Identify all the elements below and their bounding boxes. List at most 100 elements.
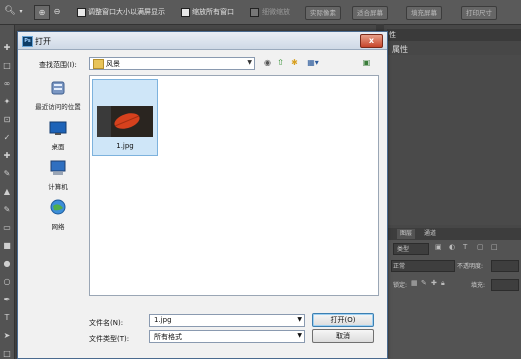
- filter-smart-icon[interactable]: □: [491, 243, 498, 251]
- zoom-all-windows-checkbox[interactable]: [181, 8, 190, 17]
- file-list: 1.jpg: [89, 75, 379, 296]
- lock-position-icon[interactable]: ✚: [431, 279, 437, 287]
- move-tool-icon[interactable]: ✚: [2, 43, 12, 53]
- print-size-button[interactable]: 打印尺寸: [461, 6, 497, 20]
- chevron-down-icon[interactable]: ▼: [297, 332, 302, 339]
- scrubby-zoom-checkbox[interactable]: [250, 8, 259, 17]
- chevron-down-icon[interactable]: ▼: [247, 59, 252, 66]
- zoom-all-windows-label: 缩放所有窗口: [192, 8, 234, 16]
- folder-icon: [93, 59, 104, 69]
- dodge-tool-icon[interactable]: ○: [2, 277, 12, 287]
- options-bar: 🔍︎ ▾ ⊕ ⊖ 调整窗口大小以满屏显示 缩放所有窗口 细微缩放 实际像素 适合…: [0, 0, 521, 25]
- opacity-label: 不透明度:: [457, 263, 484, 270]
- tools-panel: ✚ □ ∞ ✦ ⊡ ✓ ✚ ✎ ▲ ✎ ▭ ■ ● ○ ✒ T ➤ □: [0, 25, 15, 359]
- tab-channels[interactable]: 通道: [421, 229, 439, 239]
- photoshop-logo-icon: Ps: [22, 36, 33, 47]
- filter-shape-icon[interactable]: ▢: [477, 243, 484, 251]
- lock-image-icon[interactable]: ✎: [421, 279, 427, 287]
- pen-tool-icon[interactable]: ✒: [2, 295, 12, 305]
- healing-brush-tool-icon[interactable]: ✚: [2, 151, 12, 161]
- back-icon[interactable]: ◉: [262, 57, 273, 68]
- cancel-button[interactable]: 取消: [312, 329, 374, 343]
- file-type-select[interactable]: 所有格式 ▼: [149, 330, 305, 343]
- layers-panel: 类型 ▣ ◐ T ▢ □ 正常 不透明度: 锁定: ▦ ✎ ✚ 🔒︎ 填充:: [387, 240, 521, 359]
- file-name-value: 1.jpg: [154, 316, 172, 324]
- opacity-field[interactable]: [491, 260, 519, 272]
- resize-windows-label: 调整窗口大小以满屏显示: [88, 8, 165, 16]
- zoom-tool-icon[interactable]: 🔍︎: [4, 5, 16, 18]
- new-folder-icon[interactable]: ✱: [289, 57, 300, 68]
- desktop-icon: [49, 121, 67, 135]
- tab-layers[interactable]: 图层: [397, 229, 416, 239]
- fit-screen-button[interactable]: 适合屏幕: [352, 6, 388, 20]
- lasso-tool-icon[interactable]: ∞: [2, 79, 12, 89]
- type-tool-icon[interactable]: T: [2, 313, 12, 323]
- open-dialog: Ps 打开 x 查找范围(I): 风景 ▼ ◉ ⇧ ✱ ▦▾ ▣ 最近访问的位置…: [17, 31, 388, 359]
- fill-label: 填充:: [471, 282, 486, 289]
- filter-adjustment-icon[interactable]: ◐: [449, 243, 455, 251]
- actual-pixels-button[interactable]: 实际像素: [305, 6, 341, 20]
- quick-select-tool-icon[interactable]: ✦: [2, 97, 12, 107]
- scrubby-zoom-label: 细微缩放: [262, 8, 290, 16]
- file-item[interactable]: 1.jpg: [92, 79, 158, 156]
- file-thumbnail-image: [97, 106, 153, 137]
- place-desktop[interactable]: 桌面: [28, 119, 88, 159]
- place-label: 桌面: [51, 143, 65, 151]
- favorites-folder-icon[interactable]: ▣: [361, 57, 372, 68]
- file-name-label: 文件名(N):: [89, 319, 124, 327]
- lock-all-icon[interactable]: 🔒︎: [441, 279, 445, 288]
- view-menu-icon[interactable]: ▦▾: [305, 57, 321, 68]
- lock-label: 锁定:: [393, 282, 408, 289]
- open-button[interactable]: 打开(O): [312, 313, 374, 327]
- filter-pixel-icon[interactable]: ▣: [435, 243, 442, 251]
- chevron-down-icon[interactable]: ▼: [297, 316, 302, 323]
- blur-tool-icon[interactable]: ●: [2, 259, 12, 269]
- layers-panel-tabs: 图层 通道: [387, 228, 521, 240]
- brush-tool-icon[interactable]: ✎: [2, 169, 12, 179]
- clone-stamp-tool-icon[interactable]: ▲: [2, 187, 12, 197]
- properties-title: 属性: [392, 45, 408, 54]
- gradient-tool-icon[interactable]: ■: [2, 241, 12, 251]
- look-in-combo[interactable]: 风景 ▼: [89, 57, 255, 70]
- eraser-tool-icon[interactable]: ▭: [2, 223, 12, 233]
- eyedropper-tool-icon[interactable]: ✓: [2, 133, 12, 143]
- properties-panel: [387, 55, 521, 225]
- network-icon: [50, 199, 66, 215]
- filter-type-icon[interactable]: T: [463, 243, 467, 251]
- close-button[interactable]: x: [360, 34, 383, 48]
- lock-transparent-icon[interactable]: ▦: [411, 279, 418, 287]
- dialog-title: 打开: [35, 37, 51, 46]
- look-in-value: 风景: [106, 60, 120, 68]
- place-computer[interactable]: 计算机: [28, 159, 88, 199]
- history-brush-tool-icon[interactable]: ✎: [2, 205, 12, 215]
- file-name-field[interactable]: 1.jpg ▼: [149, 314, 305, 327]
- resize-windows-checkbox[interactable]: [77, 8, 86, 17]
- place-recent[interactable]: 最近访问的位置: [28, 79, 88, 119]
- up-folder-icon[interactable]: ⇧: [275, 57, 286, 68]
- blend-mode-value: 正常: [393, 263, 406, 270]
- computer-icon: [50, 160, 66, 175]
- file-type-value: 所有格式: [154, 333, 182, 341]
- panel-header-label: 性: [389, 31, 396, 39]
- zoom-in-icon[interactable]: ⊕: [34, 5, 50, 20]
- zoom-out-icon[interactable]: ⊖: [51, 5, 63, 18]
- place-label: 计算机: [48, 183, 68, 191]
- crop-tool-icon[interactable]: ⊡: [2, 115, 12, 125]
- file-name: 1.jpg: [116, 142, 134, 150]
- place-network[interactable]: 网络: [28, 199, 88, 239]
- fill-field[interactable]: [491, 279, 519, 291]
- rectangle-tool-icon[interactable]: □: [2, 349, 12, 359]
- layer-kind-label: 类型: [397, 246, 410, 253]
- properties-panel-header: 性: [387, 29, 521, 41]
- place-label: 网络: [51, 223, 65, 231]
- look-in-label: 查找范围(I):: [39, 61, 77, 69]
- marquee-tool-icon[interactable]: □: [2, 61, 12, 71]
- tool-preset-dropdown-icon[interactable]: ▾: [17, 5, 25, 18]
- place-label: 最近访问的位置: [35, 103, 81, 111]
- dialog-titlebar[interactable]: Ps 打开 x: [18, 32, 387, 50]
- recent-places-icon: [51, 81, 65, 95]
- fill-screen-button[interactable]: 填充屏幕: [406, 6, 442, 20]
- path-selection-tool-icon[interactable]: ➤: [2, 331, 12, 341]
- file-type-label: 文件类型(T):: [89, 335, 130, 343]
- places-bar: 最近访问的位置 桌面 计算机 网络: [28, 75, 88, 294]
